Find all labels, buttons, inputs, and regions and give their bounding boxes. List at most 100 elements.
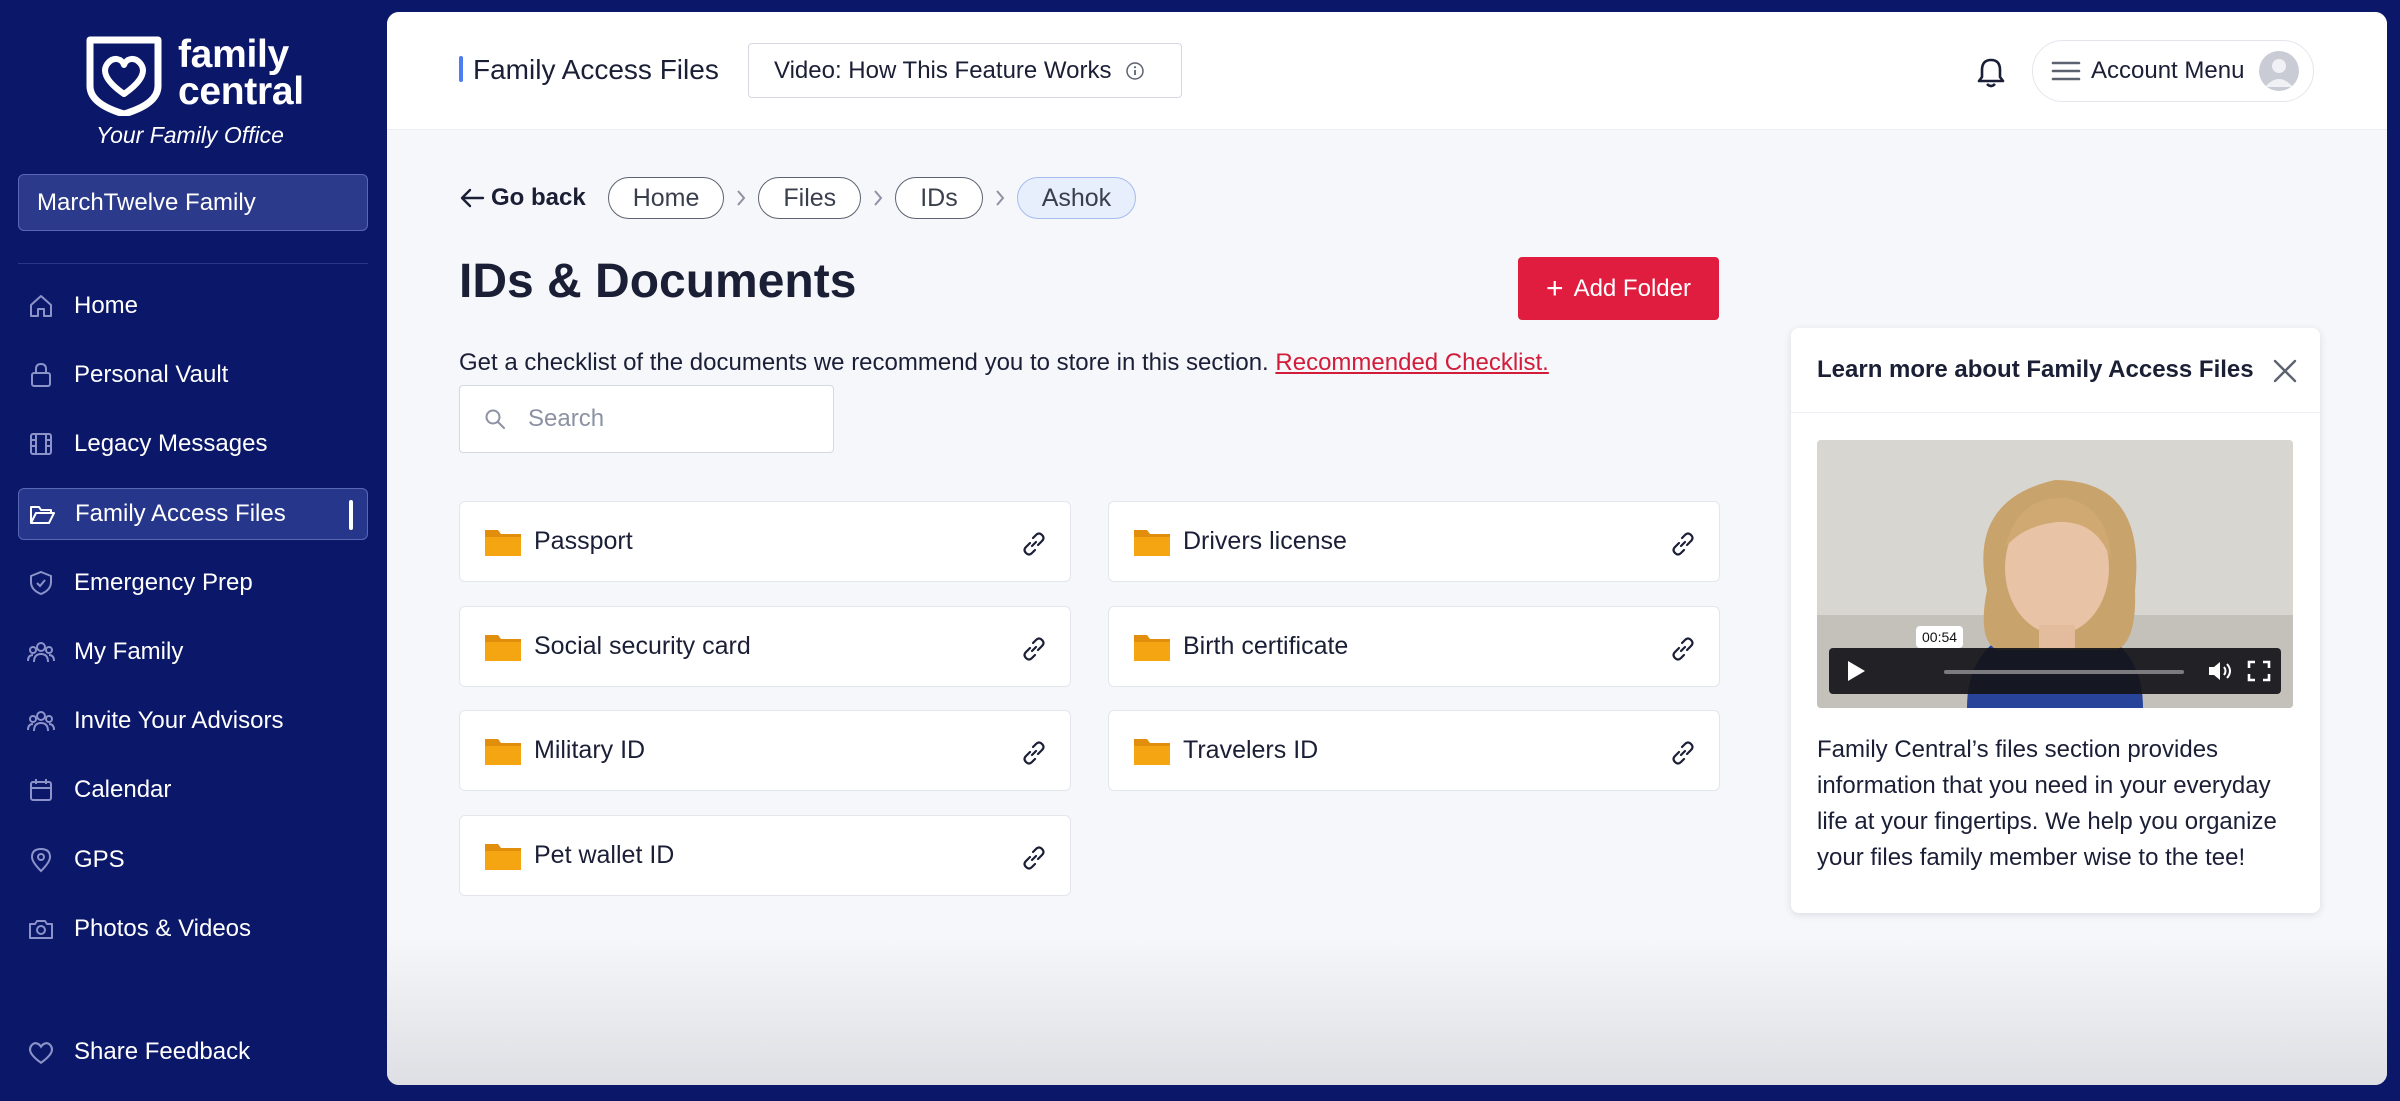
folder-card-social-security-card[interactable]: Social security card (459, 606, 1071, 687)
shield-icon (26, 568, 56, 598)
search-icon (485, 409, 505, 429)
link-icon[interactable] (1020, 844, 1048, 872)
folder-icon (1134, 634, 1170, 661)
link-icon[interactable] (1020, 739, 1048, 767)
camera-icon (26, 914, 56, 944)
folder-icon (485, 634, 521, 661)
link-icon[interactable] (1669, 635, 1697, 663)
sidebar-item-invite-advisors[interactable]: Invite Your Advisors (18, 695, 368, 747)
breadcrumb-ashok: Ashok (1016, 177, 1137, 219)
map-pin-icon (26, 845, 56, 875)
close-icon[interactable] (2272, 358, 2298, 384)
breadcrumb-ids[interactable]: IDs (895, 177, 983, 219)
sidebar-item-home[interactable]: Home (18, 280, 368, 332)
chevron-right-icon (983, 189, 1017, 207)
folder-card-military-id[interactable]: Military ID (459, 710, 1071, 791)
sidebar-item-emergency-prep[interactable]: Emergency Prep (18, 557, 368, 609)
account-menu-button[interactable]: Account Menu (2032, 40, 2314, 102)
folder-name: Pet wallet ID (534, 841, 675, 869)
breadcrumb-files[interactable]: Files (758, 177, 862, 219)
folder-name: Travelers ID (1183, 736, 1319, 764)
brand-tagline: Your Family Office (96, 122, 284, 148)
play-icon[interactable] (1845, 659, 1867, 683)
folder-icon (485, 529, 521, 556)
arrow-left-icon (460, 188, 485, 208)
folder-card-passport[interactable]: Passport (459, 501, 1071, 582)
header-title: Family Access Files (473, 54, 719, 85)
folder-card-pet-wallet-id[interactable]: Pet wallet ID (459, 815, 1071, 896)
fullscreen-icon[interactable] (2247, 660, 2271, 682)
folder-name: Passport (534, 527, 633, 555)
users-icon (26, 706, 56, 736)
folder-name: Drivers license (1183, 527, 1347, 555)
home-icon (26, 291, 56, 321)
link-icon[interactable] (1020, 635, 1048, 663)
share-feedback-label: Share Feedback (74, 1038, 251, 1065)
folder-card-travelers-id[interactable]: Travelers ID (1108, 710, 1720, 791)
link-icon[interactable] (1669, 739, 1697, 767)
title-accent (459, 56, 463, 82)
sidebar-item-label: Personal Vault (74, 361, 229, 389)
sidebar-item-label: Invite Your Advisors (74, 707, 284, 735)
plus-icon: + (1546, 271, 1564, 305)
family-selector[interactable]: MarchTwelve Family (18, 174, 368, 231)
account-menu-label: Account Menu (2091, 57, 2245, 84)
sidebar-item-gps[interactable]: GPS (18, 834, 368, 886)
sidebar-item-label: Family Access Files (75, 499, 286, 527)
heart-icon (28, 1042, 54, 1065)
learn-more-panel: Learn more about Family Access Files 00:… (1791, 328, 2320, 913)
go-back-label: Go back (491, 184, 586, 211)
avatar (2259, 51, 2299, 91)
sidebar-item-label: Emergency Prep (74, 568, 253, 596)
recommended-checklist-link[interactable]: Recommended Checklist. (1275, 349, 1548, 376)
sidebar: family central Your Family Office MarchT… (0, 0, 386, 1101)
search-box[interactable] (459, 385, 834, 453)
how-it-works-video-button[interactable]: Video: How This Feature Works (748, 43, 1182, 98)
description-text: Get a checklist of the documents we reco… (459, 349, 1276, 376)
sidebar-item-label: Legacy Messages (74, 430, 268, 458)
add-folder-label: Add Folder (1573, 274, 1691, 302)
film-icon (26, 429, 56, 459)
link-icon[interactable] (1669, 530, 1697, 558)
sidebar-item-family-access-files[interactable]: Family Access Files (18, 487, 368, 540)
sidebar-item-legacy-messages[interactable]: Legacy Messages (18, 418, 368, 470)
sidebar-item-my-family[interactable]: My Family (18, 626, 368, 678)
share-feedback-link[interactable]: Share Feedback (26, 1037, 250, 1067)
folder-icon (485, 738, 521, 765)
sidebar-divider (18, 263, 368, 264)
lock-icon (26, 360, 56, 390)
add-folder-button[interactable]: + Add Folder (1518, 257, 1719, 320)
go-back-button[interactable]: Go back (459, 184, 586, 212)
sidebar-item-photos-videos[interactable]: Photos & Videos (18, 903, 368, 955)
sidebar-item-personal-vault[interactable]: Personal Vault (18, 349, 368, 401)
folder-open-icon (27, 499, 57, 529)
sidebar-item-label: Calendar (74, 776, 172, 804)
breadcrumb-home[interactable]: Home (607, 177, 725, 219)
sidebar-item-label: Home (74, 292, 139, 319)
breadcrumb: Go back Home Files IDs Ashok (459, 177, 1137, 219)
video-player[interactable]: 00:54 (1817, 440, 2293, 708)
video-progress-bar[interactable] (1944, 670, 2184, 674)
learn-more-description: Family Central’s files section provides … (1817, 736, 2277, 871)
page-description: Get a checklist of the documents we reco… (459, 349, 1549, 377)
logo-heart-icon (86, 36, 162, 116)
main-panel: Family Access Files Video: How This Feat… (387, 12, 2387, 1085)
family-central-logo[interactable]: family central Your Family Office (84, 34, 324, 149)
hamburger-menu-icon (2051, 61, 2081, 81)
folder-card-birth-certificate[interactable]: Birth certificate (1108, 606, 1720, 687)
chevron-right-icon (861, 189, 895, 207)
brand-name: family central (178, 33, 304, 113)
info-icon (1126, 61, 1145, 80)
folder-card-drivers-license[interactable]: Drivers license (1108, 501, 1720, 582)
video-time-tooltip: 00:54 (1916, 626, 1964, 648)
notification-bell-icon[interactable] (1975, 56, 2007, 90)
folder-name: Military ID (534, 736, 646, 764)
calendar-icon (26, 775, 56, 805)
search-input[interactable] (528, 405, 808, 433)
link-icon[interactable] (1020, 530, 1048, 558)
volume-icon[interactable] (2207, 659, 2235, 683)
top-bar: Family Access Files Video: How This Feat… (387, 12, 2387, 130)
sidebar-item-calendar[interactable]: Calendar (18, 764, 368, 816)
sidebar-item-label: GPS (74, 845, 125, 873)
learn-more-title: Learn more about Family Access Files (1791, 328, 2320, 413)
